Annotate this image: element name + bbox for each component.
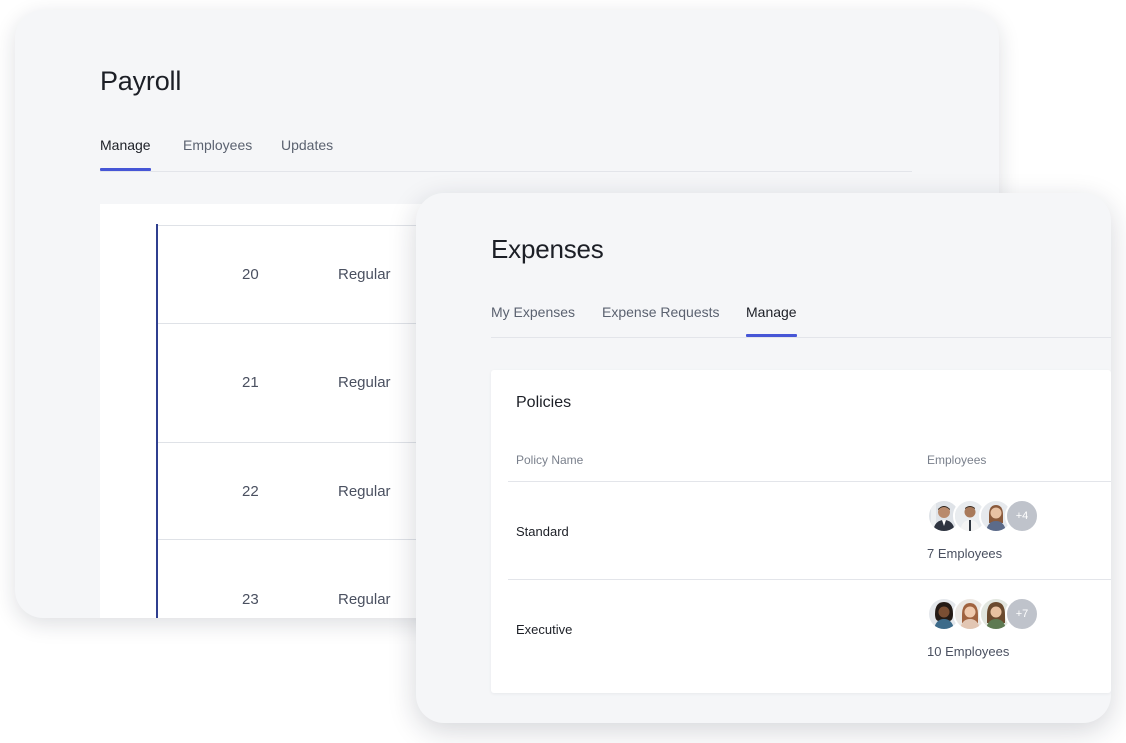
more-employees-badge[interactable]: +7 (1005, 597, 1039, 631)
pay-period-number: 20 (242, 266, 259, 283)
tab-employees[interactable]: Employees (183, 136, 252, 154)
employee-count: 7 Employees (927, 546, 1003, 561)
employee-count: 10 Employees (927, 644, 1010, 659)
pay-run-type: Regular (338, 483, 391, 500)
tab-manage[interactable]: Manage (100, 136, 151, 171)
policy-row-standard[interactable]: Standard +4 7 Employees (508, 481, 1111, 579)
policies-panel: Policies Policy Name Employees Standard (491, 370, 1111, 693)
pay-run-type: Regular (338, 591, 391, 608)
policies-heading: Policies (516, 394, 572, 411)
tab-manage[interactable]: Manage (746, 303, 797, 337)
pay-period-number: 23 (242, 591, 259, 608)
payroll-tab-bar: Manage Employees Updates (100, 136, 912, 172)
pay-period-number: 22 (242, 483, 259, 500)
payroll-page-title: Payroll (100, 66, 182, 96)
pay-period-number: 21 (242, 374, 259, 391)
expenses-page-title: Expenses (491, 234, 604, 264)
employee-avatar-group[interactable]: +7 (927, 597, 1057, 631)
employee-avatar-group[interactable]: +4 (927, 499, 1057, 533)
policy-name: Standard (516, 524, 569, 539)
pay-run-type: Regular (338, 374, 391, 391)
tab-updates[interactable]: Updates (281, 136, 333, 154)
column-header-policy-name: Policy Name (516, 453, 584, 467)
tab-my-expenses[interactable]: My Expenses (491, 303, 575, 321)
pay-run-type: Regular (338, 266, 391, 283)
tab-expense-requests[interactable]: Expense Requests (602, 303, 720, 321)
policy-row-executive[interactable]: Executive +7 10 Employees (508, 579, 1111, 677)
more-employees-badge[interactable]: +4 (1005, 499, 1039, 533)
policy-name: Executive (516, 622, 573, 637)
expenses-tab-bar: My Expenses Expense Requests Manage (491, 303, 1111, 338)
column-header-employees: Employees (927, 453, 987, 467)
expenses-window: Expenses My Expenses Expense Requests Ma… (416, 193, 1111, 723)
